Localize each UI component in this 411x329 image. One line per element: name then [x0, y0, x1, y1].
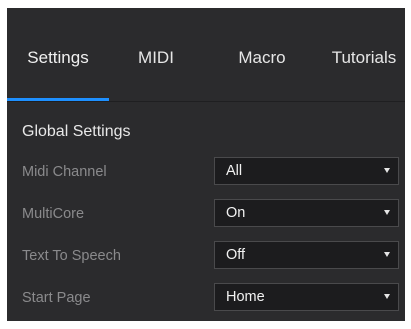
settings-panel: Settings MIDI Macro Tutorials Global Set… [7, 8, 405, 321]
chevron-down-icon [384, 294, 390, 299]
dropdown-value: Off [226, 247, 246, 263]
tab-tutorials[interactable]: Tutorials [323, 44, 405, 72]
setting-row-midi-channel: Midi Channel All [7, 156, 405, 188]
dropdown-value: Home [226, 289, 265, 305]
setting-label: MultiCore [22, 206, 85, 222]
chevron-down-icon [384, 168, 390, 173]
start-page-dropdown[interactable]: Home [214, 283, 399, 311]
section-title: Global Settings [22, 123, 131, 140]
setting-label: Text To Speech [22, 248, 121, 264]
tab-bar-divider [7, 101, 405, 102]
midi-channel-dropdown[interactable]: All [214, 157, 399, 185]
setting-label: Start Page [22, 290, 91, 306]
dropdown-value: On [226, 205, 246, 221]
setting-row-text-to-speech: Text To Speech Off [7, 240, 405, 272]
tab-macro[interactable]: Macro [227, 44, 297, 72]
setting-row-multicore: MultiCore On [7, 198, 405, 230]
chevron-down-icon [384, 252, 390, 257]
dropdown-value: All [226, 163, 243, 179]
tab-bar: Settings MIDI Macro Tutorials [7, 8, 405, 103]
setting-label: Midi Channel [22, 164, 107, 180]
text-to-speech-dropdown[interactable]: Off [214, 241, 399, 269]
chevron-down-icon [384, 210, 390, 215]
tab-midi[interactable]: MIDI [125, 44, 187, 72]
multicore-dropdown[interactable]: On [214, 199, 399, 227]
setting-row-start-page: Start Page Home [7, 282, 405, 314]
tab-settings[interactable]: Settings [7, 44, 109, 72]
